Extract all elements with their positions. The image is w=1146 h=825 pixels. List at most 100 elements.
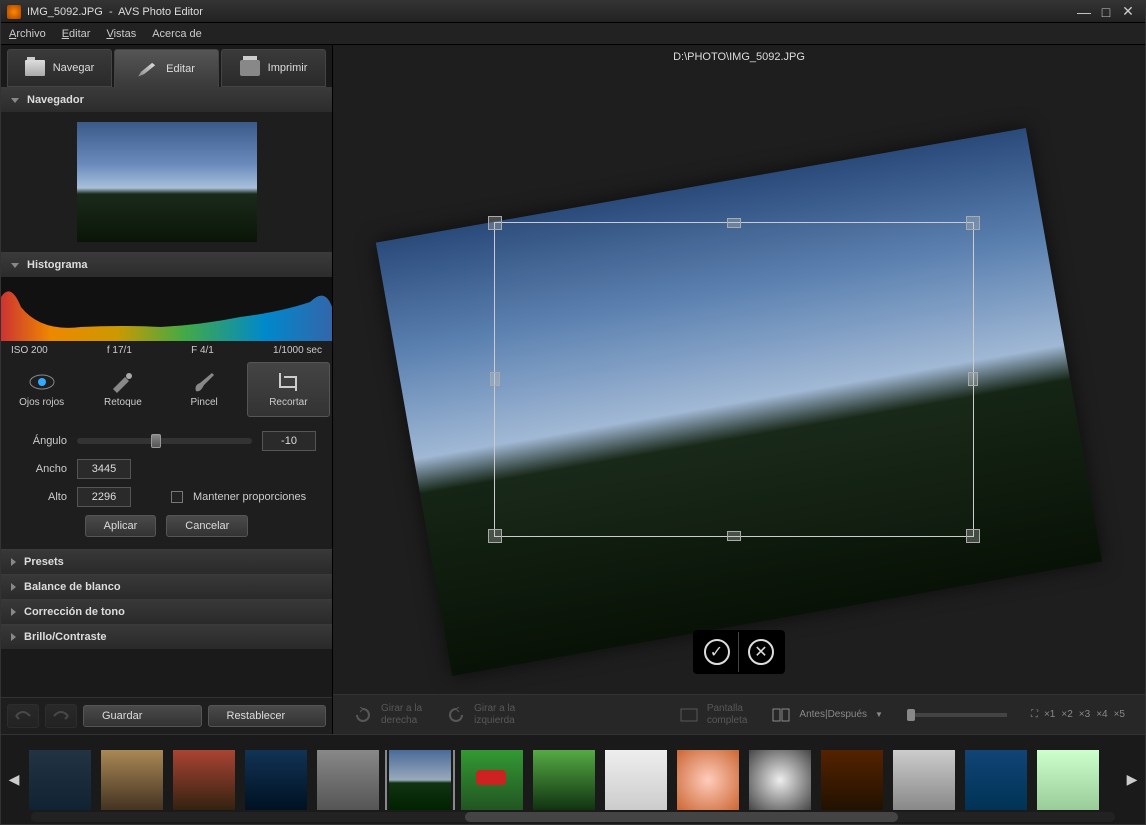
zoom-slider[interactable]	[907, 713, 1007, 717]
crop-handle-br[interactable]	[966, 529, 980, 543]
chevron-down-icon: ▼	[875, 710, 883, 720]
bottom-toolbar: Girar a la derecha Girar a la izquierda …	[333, 694, 1145, 734]
thumbnail[interactable]	[965, 750, 1027, 810]
tool-ojos-rojos[interactable]: Ojos rojos	[1, 360, 82, 419]
crop-handle-tr[interactable]	[966, 216, 980, 230]
menu-vistas[interactable]: Vistas	[106, 28, 136, 40]
tab-navegar[interactable]: Navegar	[7, 49, 112, 87]
height-input[interactable]	[77, 487, 131, 507]
menu-editar[interactable]: Editar	[62, 28, 91, 40]
eye-icon	[28, 371, 56, 393]
collapse-icon	[11, 263, 19, 268]
thumbnail[interactable]	[821, 750, 883, 810]
thumbnail[interactable]	[1037, 750, 1099, 810]
edit-icon	[138, 61, 158, 77]
tab-editar[interactable]: Editar	[114, 49, 219, 87]
thumbnail[interactable]	[533, 750, 595, 810]
maintain-proportions-checkbox[interactable]	[171, 491, 183, 503]
angle-slider[interactable]	[77, 438, 252, 444]
zoom-fit[interactable]: ⛶	[1031, 709, 1038, 720]
confirm-bar: ✓ ✕	[693, 630, 785, 674]
tool-pincel[interactable]: Pincel	[164, 360, 245, 419]
crop-icon	[274, 371, 302, 393]
minimize-button[interactable]: —	[1073, 4, 1095, 20]
angle-input[interactable]	[262, 431, 316, 451]
apply-button[interactable]: Aplicar	[85, 515, 157, 537]
rotate-right-button[interactable]: Girar a la derecha	[353, 703, 422, 727]
split-icon	[771, 706, 791, 724]
menu-acerca[interactable]: Acerca de	[152, 28, 202, 40]
panel-navegador-head[interactable]: Navegador	[1, 88, 332, 112]
thumbnail[interactable]	[461, 750, 523, 810]
thumbnail-selected[interactable]	[389, 750, 451, 810]
filmstrip-prev[interactable]: ◀	[7, 750, 21, 810]
thumbnail[interactable]	[245, 750, 307, 810]
crop-options: Ángulo Ancho Alto Mantener proporciones	[1, 419, 332, 549]
panel-histograma-head[interactable]: Histograma	[1, 253, 332, 277]
thumbnail[interactable]	[677, 750, 739, 810]
crop-handle-tc[interactable]	[727, 218, 741, 228]
zoom-2x[interactable]: ×2	[1061, 709, 1072, 720]
reset-button[interactable]: Restablecer	[208, 705, 327, 727]
maintain-proportions-label: Mantener proporciones	[193, 491, 306, 503]
thumbnail[interactable]	[173, 750, 235, 810]
meta-aperture: f 17/1	[107, 345, 132, 356]
confirm-button[interactable]: ✓	[695, 632, 739, 672]
crop-handle-bc[interactable]	[727, 531, 741, 541]
maximize-button[interactable]: □	[1095, 4, 1117, 20]
filmstrip-next[interactable]: ▶	[1125, 750, 1139, 810]
redo-button[interactable]	[45, 704, 77, 728]
retouch-icon	[109, 371, 137, 393]
alto-label: Alto	[17, 491, 67, 503]
fullscreen-button[interactable]: Pantalla completa	[679, 703, 748, 727]
thumbnail[interactable]	[605, 750, 667, 810]
zoom-3x[interactable]: ×3	[1079, 709, 1090, 720]
panel-presets[interactable]: Presets	[1, 550, 332, 574]
main-area: D:\PHOTO\IMG_5092.JPG	[333, 45, 1145, 734]
browse-icon	[25, 60, 45, 76]
filmstrip-scrollbar[interactable]	[31, 812, 1115, 822]
menu-archivo[interactable]: Archivo	[9, 28, 46, 40]
thumbnail[interactable]	[893, 750, 955, 810]
canvas[interactable]: ✓ ✕	[333, 69, 1145, 694]
zoom-1x[interactable]: ×1	[1044, 709, 1055, 720]
expand-icon	[11, 583, 16, 591]
crop-handle-rc[interactable]	[968, 372, 978, 386]
thumbnail[interactable]	[101, 750, 163, 810]
before-after-button[interactable]: Antes|Después ▼	[771, 706, 883, 724]
panel-tono[interactable]: Corrección de tono	[1, 600, 332, 624]
crop-handle-bl[interactable]	[488, 529, 502, 543]
titlebar[interactable]: IMG_5092.JPG - AVS Photo Editor — □ ✕	[1, 1, 1145, 23]
angulo-label: Ángulo	[17, 435, 67, 447]
thumbnail[interactable]	[29, 750, 91, 810]
tab-imprimir[interactable]: Imprimir	[221, 49, 326, 87]
save-button[interactable]: Guardar	[83, 705, 202, 727]
crop-handle-tl[interactable]	[488, 216, 502, 230]
rotate-right-icon	[353, 706, 373, 724]
reject-button[interactable]: ✕	[739, 632, 783, 672]
tool-recortar[interactable]: Recortar	[247, 362, 330, 417]
thumbnail[interactable]	[317, 750, 379, 810]
close-button[interactable]: ✕	[1117, 4, 1139, 20]
rotate-left-button[interactable]: Girar a la izquierda	[446, 703, 515, 727]
meta-shutter: 1/1000 sec	[273, 345, 322, 356]
thumbnail[interactable]	[749, 750, 811, 810]
exif-meta: ISO 200 f 17/1 F 4/1 1/1000 sec	[1, 341, 332, 360]
tool-retoque[interactable]: Retoque	[82, 360, 163, 419]
brush-icon	[190, 371, 218, 393]
crop-handle-lc[interactable]	[490, 372, 500, 386]
crop-box[interactable]	[494, 222, 974, 537]
zoom-4x[interactable]: ×4	[1096, 709, 1107, 720]
undo-button[interactable]	[7, 704, 39, 728]
width-input[interactable]	[77, 459, 131, 479]
cross-icon: ✕	[748, 639, 774, 665]
check-icon: ✓	[704, 639, 730, 665]
panel-brillo[interactable]: Brillo/Contraste	[1, 625, 332, 649]
cancel-button[interactable]: Cancelar	[166, 515, 248, 537]
navigator-thumbnail[interactable]	[77, 122, 257, 242]
filmstrip: ◀ ▶	[1, 734, 1145, 824]
zoom-5x[interactable]: ×5	[1114, 709, 1125, 720]
app-icon	[7, 5, 21, 19]
panel-balance[interactable]: Balance de blanco	[1, 575, 332, 599]
tool-buttons: Ojos rojos Retoque Pincel Recortar	[1, 360, 332, 419]
